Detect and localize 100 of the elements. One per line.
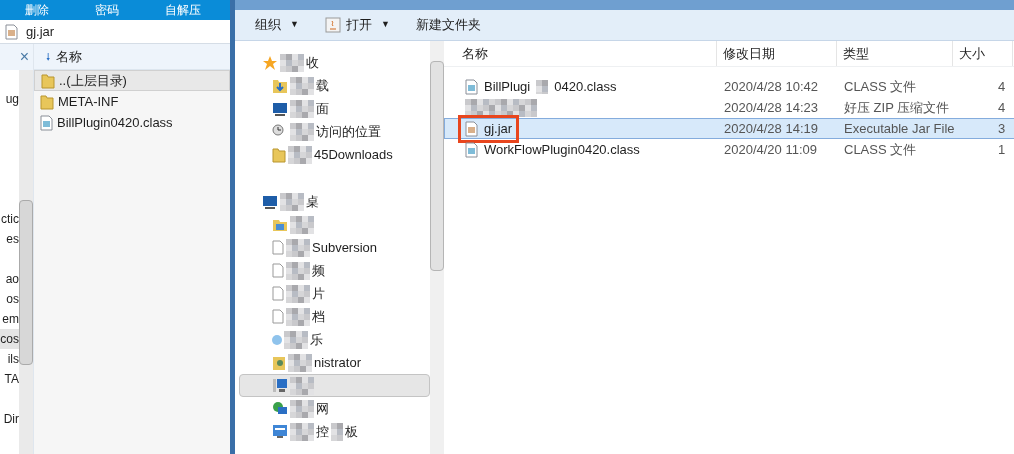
nav-item[interactable]: nistrator [239,351,430,374]
file-row[interactable]: WorkFlowPlugin0420.class 2020/4/20 11:09 CLASS 文件 1 [444,139,1014,160]
nav-label: 板 [345,422,358,441]
nav-item[interactable]: 访问的位置 [239,120,430,143]
control-panel-icon [272,424,288,439]
blur-mosaic [286,284,310,303]
nav-item[interactable]: 控 板 [239,420,430,443]
blur-mosaic [286,238,310,257]
folder-icon [40,93,54,110]
column-header[interactable]: 修改日期 [717,41,837,66]
column-header[interactable]: 名称 [444,41,717,66]
file-row[interactable]: BillPlugi 0420.class 2020/4/28 10:42 CLASS 文件 4 [444,76,1014,97]
nav-item[interactable]: 网 [239,397,430,420]
item-name: ..(上层目录) [59,71,127,90]
scrollbar[interactable] [430,41,444,454]
nav-item[interactable]: Subversion [239,236,430,259]
close-icon[interactable]: × [19,49,29,65]
toolbar-button[interactable]: 打开 ▼ [324,15,390,35]
blur-mosaic [288,145,312,164]
nav-item[interactable] [239,374,430,397]
nav-item[interactable]: 乐 [239,328,430,351]
toolbar-button[interactable]: 密码 [95,4,119,16]
nav-label: 桌 [306,192,319,211]
tree-item[interactable]: os [6,289,19,309]
size-cell-text: 3 [997,119,1007,138]
blur-mosaic [290,99,314,118]
monitor-icon [272,101,288,116]
scrollbar[interactable] [19,70,33,454]
item-name: META-INF [58,92,119,111]
document-icon [272,240,284,255]
tree-item[interactable]: TA [4,369,19,389]
nav-label: 45Downloads [314,145,393,164]
tree-item[interactable]: em [2,309,19,329]
blur-mosaic [331,422,343,441]
archive-item[interactable]: META-INF [34,91,230,112]
toolbar-button[interactable]: 组织 ▼ [255,15,299,35]
file-row[interactable]: 2020/4/28 14:23 好压 ZIP 压缩文件 4 [444,97,1014,118]
blur-mosaic [290,122,314,141]
file-name: gj.jar [484,119,513,138]
date-cell-text: 2020/4/20 11:09 [723,140,818,159]
address-text: gj.jar [26,22,55,41]
nav-item[interactable]: 面 [239,97,430,120]
nav-label: 档 [312,307,325,326]
size-cell-text: 4 [997,98,1007,117]
column-title: 名称 [56,47,82,66]
type-cell-text: Executable Jar File [843,119,954,138]
size-cell-text: 1 [997,140,1007,159]
nav-label: 面 [316,99,329,118]
nav-label: 乐 [310,330,323,349]
nav-item[interactable]: 桌 [239,190,430,213]
download-folder-icon [272,77,288,94]
column-header[interactable]: 类型 [837,41,953,66]
column-header[interactable]: 大小 [953,41,1013,66]
toolbar-button[interactable]: 新建文件夹 [415,15,481,35]
java-icon [324,17,341,33]
nav-item[interactable]: 片 [239,282,430,305]
type-cell-text: CLASS 文件 [843,77,918,96]
tree-item[interactable]: es [6,229,19,249]
blur-mosaic [290,376,314,395]
globe-monitor-icon [272,400,288,417]
folder-icon [272,146,286,163]
nav-label: 片 [312,284,325,303]
nav-label: 收 [306,53,319,72]
archive-item[interactable]: ..(上层目录) [34,70,230,91]
file-name: BillPlugi [484,77,531,96]
tree-item[interactable]: ctic [1,209,19,229]
column-header[interactable]: 🠗 名称 [34,44,230,70]
tree-item[interactable]: ug [5,89,19,109]
nav-label: nistrator [314,353,361,372]
toolbar-button[interactable]: 自解压 [165,4,201,16]
date-cell-text: 2020/4/28 14:19 [723,119,819,138]
caret-icon: ▼ [380,18,390,32]
nav-item[interactable]: 收 [239,51,430,74]
blur-mosaic [284,330,308,349]
tree-item[interactable]: ils [7,349,19,369]
nav-label: Subversion [312,238,378,257]
tree-item[interactable]: ao [5,269,19,289]
blur-mosaic [290,422,314,441]
tree-item[interactable]: cos [0,329,19,349]
toolbar-button[interactable]: 删除 [25,4,49,16]
file-icon [465,120,478,137]
library-icon [272,217,288,232]
blur-mosaic [288,353,312,372]
nav-item[interactable]: 档 [239,305,430,328]
archive-item[interactable]: BillPlugin0420.class [34,112,230,133]
file-icon [5,23,18,40]
nav-item[interactable]: 频 [239,259,430,282]
tree-item[interactable]: Dir [3,409,19,429]
date-cell-text: 2020/4/28 14:23 [723,98,819,117]
size-cell-text: 4 [997,77,1007,96]
nav-item[interactable]: 载 [239,74,430,97]
nav-item[interactable]: 45Downloads [239,143,430,166]
monitor-icon [262,194,278,209]
nav-label: 载 [316,76,329,95]
file-name: WorkFlowPlugin0420.class [484,140,640,159]
type-cell-text: CLASS 文件 [843,140,918,159]
document-icon [272,309,284,324]
blur-mosaic [286,307,310,326]
file-icon [465,78,478,95]
sort-arrow-icon: 🠗 [46,49,50,64]
